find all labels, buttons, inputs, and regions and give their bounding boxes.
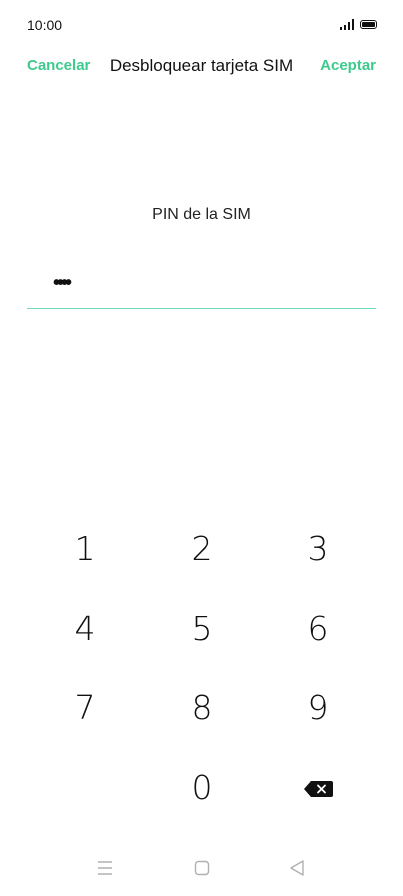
menu-button[interactable] (90, 856, 120, 880)
key-2[interactable]: 2 (162, 514, 242, 584)
key-0[interactable]: 0 (162, 753, 242, 823)
status-bar: 10:00 (0, 0, 403, 52)
backspace-button[interactable] (278, 753, 358, 823)
backspace-icon (304, 781, 333, 797)
menu-icon (98, 861, 112, 875)
home-icon (194, 860, 210, 876)
key-4[interactable]: 4 (45, 594, 125, 664)
pin-value: •••• (53, 272, 72, 294)
pin-input[interactable]: •••• (27, 266, 376, 309)
key-1[interactable]: 1 (45, 514, 125, 584)
key-3[interactable]: 3 (278, 514, 358, 584)
header: Cancelar Desbloquear tarjeta SIM Aceptar (0, 52, 403, 82)
key-7[interactable]: 7 (45, 673, 125, 743)
status-icons (340, 19, 377, 30)
back-button[interactable] (282, 856, 312, 880)
pin-label: PIN de la SIM (152, 206, 251, 223)
back-icon (290, 860, 304, 876)
key-8[interactable]: 8 (162, 673, 242, 743)
navigation-bar (0, 844, 403, 896)
key-5[interactable]: 5 (162, 594, 242, 664)
accept-button[interactable]: Aceptar (320, 57, 376, 74)
signal-icon (340, 19, 354, 30)
battery-icon (360, 20, 377, 29)
status-time: 10:00 (27, 17, 63, 33)
key-9[interactable]: 9 (278, 673, 358, 743)
home-button[interactable] (187, 856, 217, 880)
key-6[interactable]: 6 (278, 594, 358, 664)
